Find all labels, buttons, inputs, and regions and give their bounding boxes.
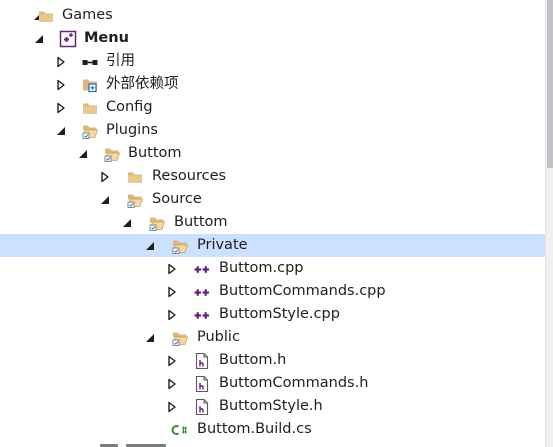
tree-item-label: ButtomStyle.cpp	[219, 306, 340, 322]
tree-item-buttomcommands-cpp[interactable]: ButtomCommands.cpp	[0, 280, 545, 303]
tree-item-label: Plugins	[106, 122, 158, 138]
folder-icon	[81, 99, 99, 117]
folder-icon	[126, 168, 144, 186]
tree-item-label: Buttom.cpp	[219, 260, 304, 276]
tree-item-resources[interactable]: Resources	[0, 165, 545, 188]
tree-item-config[interactable]: Config	[0, 96, 545, 119]
scrollbar-thumb[interactable]	[547, 0, 553, 168]
tree-item-external-dependencies[interactable]: 外部依赖项	[0, 73, 545, 96]
tree-item-public[interactable]: Public	[0, 326, 545, 349]
tree-item-label: ButtomStyle.h	[219, 398, 323, 414]
tree-item-references[interactable]: 引用	[0, 50, 545, 73]
expanded-arrow-icon[interactable]	[99, 194, 111, 206]
vertical-scrollbar[interactable]	[545, 0, 553, 447]
tree-item-buttom-plugin[interactable]: Buttom	[0, 142, 545, 165]
collapsed-arrow-icon[interactable]	[55, 102, 67, 114]
references-icon	[81, 53, 99, 71]
header-file-icon	[193, 398, 211, 416]
collapsed-arrow-icon[interactable]	[55, 56, 67, 68]
tree-item-label: Buttom	[174, 214, 228, 230]
cpp-file-icon	[193, 306, 211, 324]
tree-item-buttomcommands-h[interactable]: ButtomCommands.h	[0, 372, 545, 395]
tree-item-label: Games	[62, 7, 113, 23]
tree-item-label: Buttom.h	[219, 352, 287, 368]
tree-item-label: Resources	[152, 168, 227, 184]
collapsed-arrow-icon[interactable]	[166, 401, 178, 413]
tree-item-label: Source	[152, 191, 202, 207]
tree-item-label: Config	[106, 99, 153, 115]
solution-explorer-tree: Games Menu 引用 外部依赖项 Config Plugins Butto…	[0, 0, 545, 447]
tree-item-buttom-cpp[interactable]: Buttom.cpp	[0, 257, 545, 280]
folder-open-icon	[126, 191, 144, 209]
cpp-project-icon	[59, 30, 77, 48]
cpp-file-icon	[193, 260, 211, 278]
collapsed-arrow-icon[interactable]	[166, 355, 178, 367]
tree-item-label: Public	[197, 329, 240, 345]
expanded-arrow-icon[interactable]	[33, 33, 45, 45]
collapsed-arrow-icon[interactable]	[99, 171, 111, 183]
collapsed-arrow-icon[interactable]	[166, 286, 178, 298]
tree-item-buttom-source[interactable]: Buttom	[0, 211, 545, 234]
expanded-arrow-icon[interactable]	[144, 332, 156, 344]
tree-item-label: Menu	[84, 30, 129, 46]
collapsed-arrow-icon[interactable]	[55, 79, 67, 91]
tree-item-label: Private	[197, 237, 248, 253]
tree-item-buttom-build-cs[interactable]: Buttom.Build.cs	[0, 418, 545, 441]
tree-item-source[interactable]: Source	[0, 188, 545, 211]
expanded-arrow-icon[interactable]	[77, 148, 89, 160]
tree-item-label: ButtomCommands.h	[219, 375, 369, 391]
tree-item-private[interactable]: Private	[0, 234, 545, 257]
header-file-icon	[193, 375, 211, 393]
tree-item-buttomstyle-cpp[interactable]: ButtomStyle.cpp	[0, 303, 545, 326]
folder-open-icon	[81, 122, 99, 140]
collapsed-arrow-icon[interactable]	[166, 378, 178, 390]
folder-open-icon	[103, 145, 121, 163]
tree-item-label: Buttom.Build.cs	[197, 421, 312, 437]
tree-item-label: ButtomCommands.cpp	[219, 283, 386, 299]
header-file-icon	[193, 352, 211, 370]
tree-item-buttomstyle-h[interactable]: ButtomStyle.h	[0, 395, 545, 418]
external-dependencies-icon	[81, 76, 99, 94]
cpp-file-icon	[193, 283, 211, 301]
tree-item-menu-project[interactable]: Menu	[0, 27, 545, 50]
csharp-file-icon	[171, 421, 189, 439]
tree-item-label: 引用	[106, 53, 135, 69]
expanded-arrow-icon[interactable]	[55, 125, 67, 137]
folder-open-icon	[171, 329, 189, 347]
tree-item-plugins[interactable]: Plugins	[0, 119, 545, 142]
tree-item-games[interactable]: Games	[0, 4, 545, 27]
tree-item-label: Buttom	[128, 145, 182, 161]
folder-open-icon	[148, 214, 166, 232]
collapsed-arrow-icon[interactable]	[166, 263, 178, 275]
folder-open-icon	[171, 237, 189, 255]
tree-item-label: 外部依赖项	[106, 76, 179, 92]
collapsed-arrow-icon[interactable]	[166, 309, 178, 321]
partially-visible-row	[100, 441, 170, 447]
expanded-arrow-icon[interactable]	[144, 240, 156, 252]
folder-icon	[37, 7, 55, 25]
tree-item-buttom-h[interactable]: Buttom.h	[0, 349, 545, 372]
expanded-arrow-icon[interactable]	[121, 217, 133, 229]
